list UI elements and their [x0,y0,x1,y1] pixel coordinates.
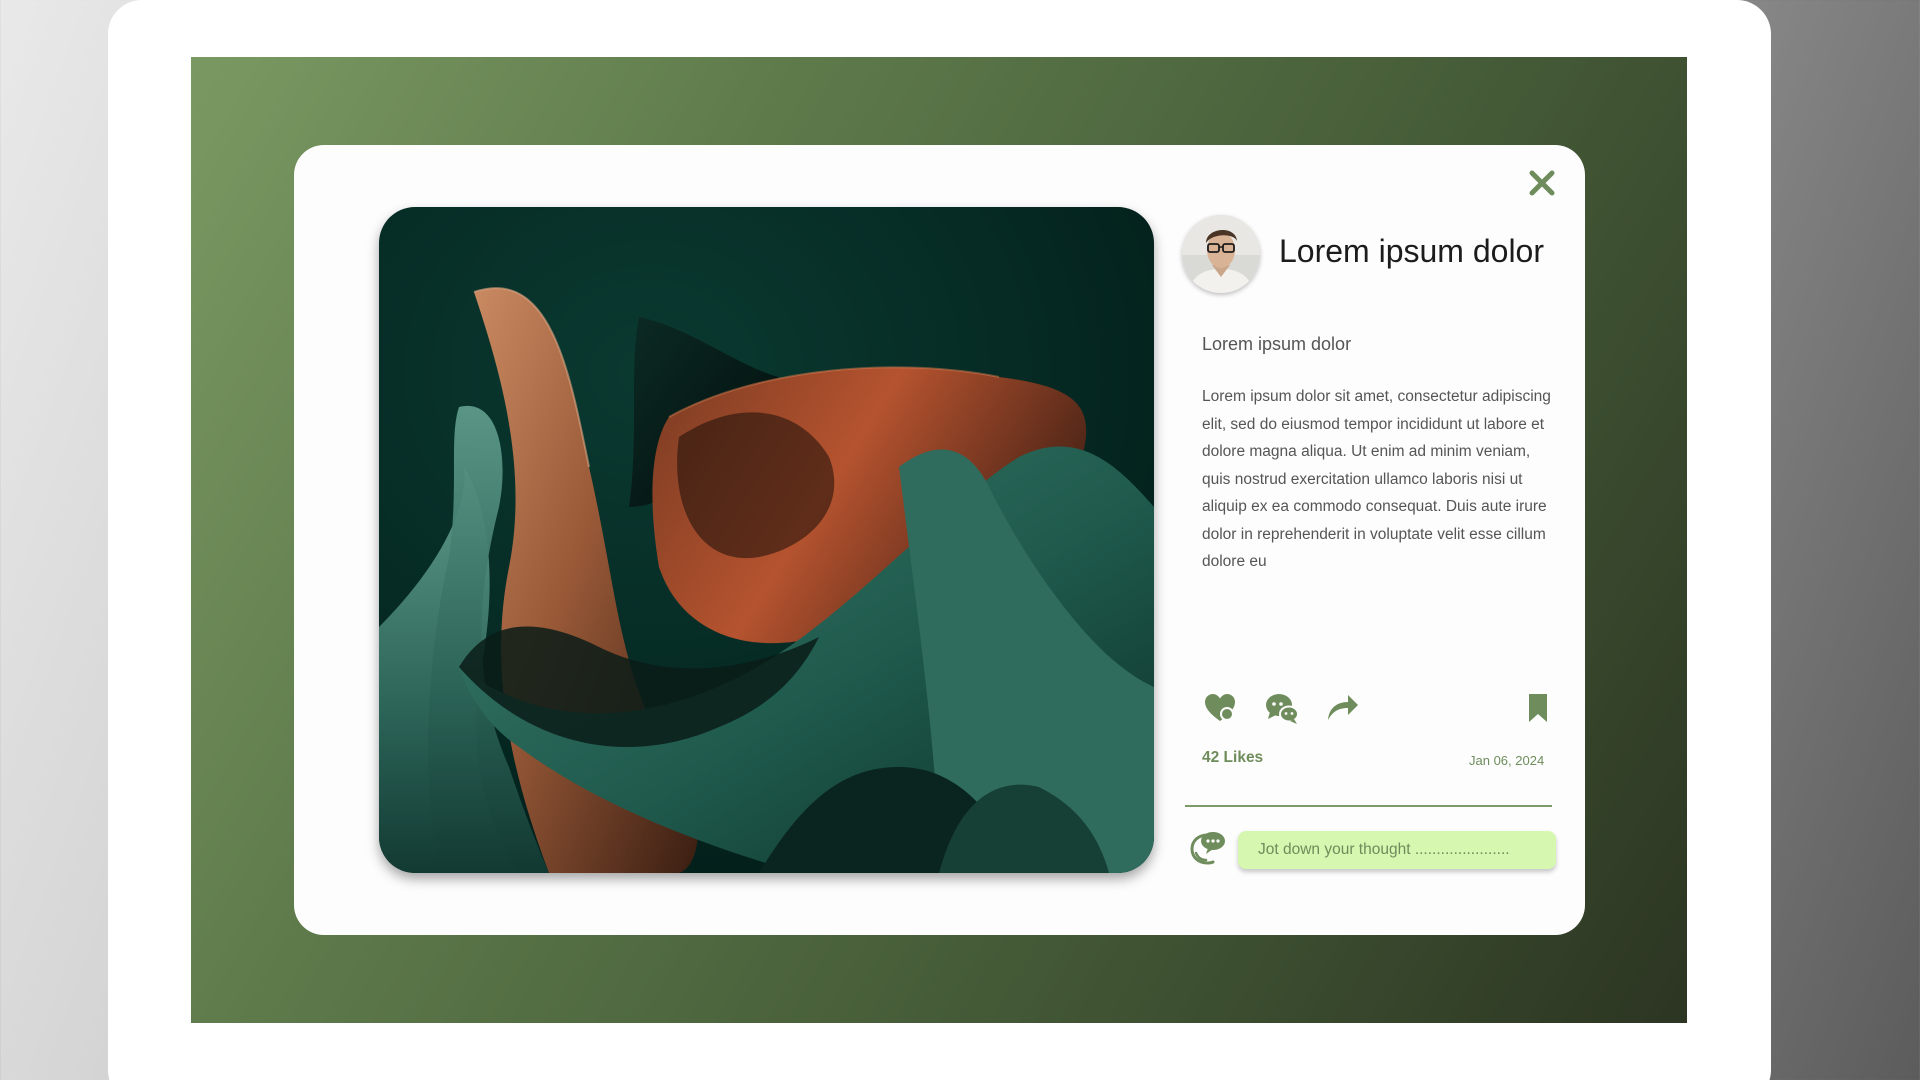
chat-icon [1266,694,1299,724]
bookmark-button[interactable] [1520,690,1556,726]
comment-input[interactable] [1238,831,1556,869]
close-icon [1529,170,1555,196]
like-count: 42 Likes [1202,749,1264,766]
abstract-fabric-artwork [379,207,1154,873]
heart-icon [1205,694,1235,721]
post-image [379,207,1154,873]
post-body: Lorem ipsum dolor sit amet, consectetur … [1202,388,1551,570]
author-avatar[interactable] [1182,215,1260,293]
author-name[interactable]: Lorem ipsum dolor [1279,233,1544,270]
share-arrow-icon [1328,695,1358,720]
comment-button[interactable] [1264,690,1300,726]
comment-avatar [1188,827,1228,867]
post-modal: Lorem ipsum dolor Lorem ipsum dolor Lore… [294,145,1585,935]
bookmark-icon [1529,694,1547,722]
comment-bubble-icon [1190,832,1225,865]
post-date: Jan 06, 2024 [1469,753,1545,768]
post-subtitle: Lorem ipsum dolor [1202,334,1352,354]
close-button[interactable] [1524,165,1560,201]
portrait-icon [1182,215,1260,293]
like-button[interactable] [1202,690,1238,726]
divider [1185,805,1552,807]
share-button[interactable] [1324,690,1360,726]
